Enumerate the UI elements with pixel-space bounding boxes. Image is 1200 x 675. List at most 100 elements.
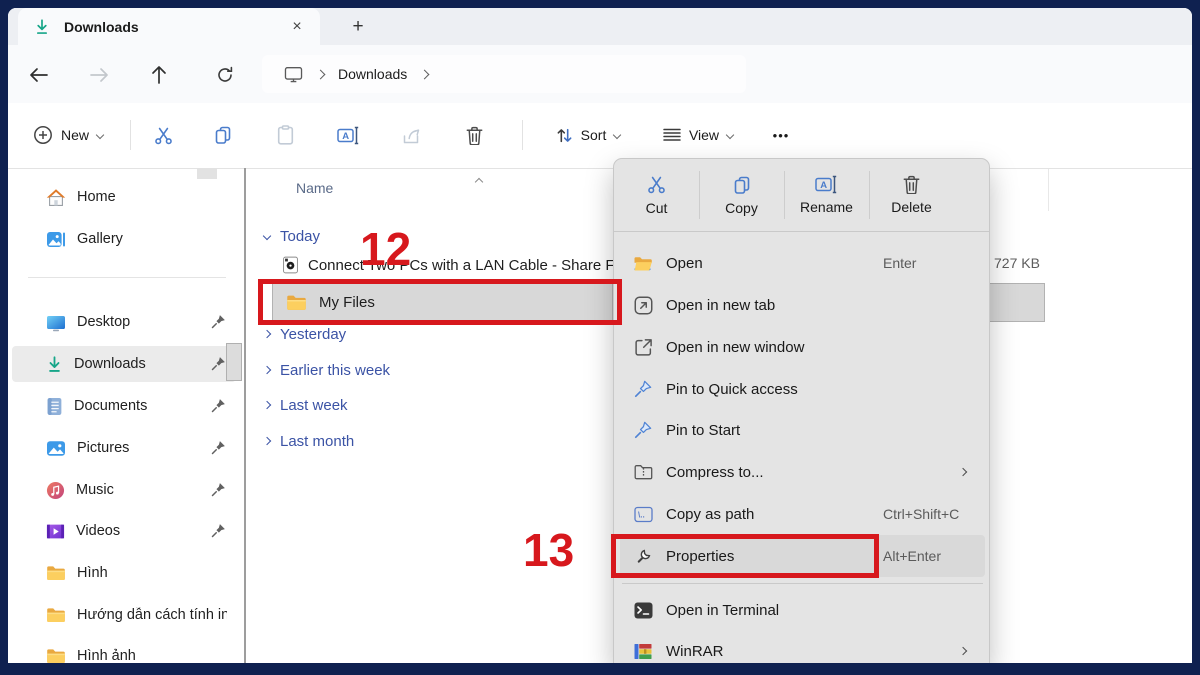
menu-shortcut: Enter (883, 255, 917, 271)
context-menu-divider (622, 583, 983, 584)
pin-icon (211, 440, 226, 455)
menu-item-open-in-new-window[interactable]: Open in new window (620, 326, 985, 368)
sidebar-item-videos[interactable]: Videos (12, 513, 236, 549)
sidebar-scroll-top[interactable] (197, 168, 217, 179)
chevron-right-icon (262, 400, 272, 410)
pin-icon (211, 523, 226, 538)
pin-icon (211, 314, 226, 329)
sidebar-item-hinh[interactable]: Hình (12, 555, 236, 591)
sidebar-item-gallery[interactable]: Gallery (12, 221, 236, 257)
copy-button[interactable] (195, 115, 251, 155)
sidebar-item-label: Hướng dẫn cách tính in (77, 607, 227, 623)
download-icon (34, 18, 50, 35)
annotation-number-13: 13 (523, 524, 575, 576)
group-header-yesterday[interactable]: Yesterday (262, 322, 347, 346)
menu-item-compress-to[interactable]: Compress to... (620, 451, 985, 493)
quick-actions-divider (784, 171, 785, 219)
this-pc-icon[interactable] (284, 66, 303, 83)
menu-item-open-in-terminal[interactable]: Open in Terminal (620, 589, 985, 631)
rename-icon: A (815, 175, 838, 194)
rename-button[interactable]: A (320, 115, 376, 155)
menu-item-label: WinRAR (666, 642, 724, 660)
breadcrumb-item-downloads[interactable]: Downloads (338, 66, 407, 82)
quick-copy-button[interactable]: Copy (699, 159, 784, 231)
toolbar-divider (522, 120, 523, 150)
open-new-tab-icon (633, 295, 653, 315)
sidebar-item-music[interactable]: Music (12, 472, 236, 508)
view-icon (663, 128, 681, 142)
quick-cut-button[interactable]: Cut (614, 159, 699, 231)
chevron-down-icon (262, 231, 272, 241)
sidebar-scrollbar-thumb[interactable] (226, 343, 242, 381)
new-button[interactable]: New (20, 115, 116, 155)
menu-item-winrar[interactable]: WinRAR (620, 630, 985, 663)
menu-item-copy-as-path[interactable]: \.. Copy as path Ctrl+Shift+C (620, 493, 985, 535)
menu-item-open[interactable]: Open Enter (620, 242, 985, 284)
view-button[interactable]: View (648, 115, 748, 155)
sidebar-item-label: Hình (77, 565, 108, 581)
up-button[interactable] (146, 62, 172, 88)
context-menu-quick-actions: Cut Copy A Rename Delete (614, 159, 989, 232)
quick-rename-button[interactable]: A Rename (784, 159, 869, 231)
trash-icon (903, 175, 920, 194)
menu-item-pin-to-start[interactable]: Pin to Start (620, 409, 985, 451)
quick-actions-divider (869, 171, 870, 219)
cut-button[interactable] (135, 115, 191, 155)
group-label: Earlier this week (280, 361, 391, 379)
menu-item-label: Open (666, 254, 703, 272)
see-more-button[interactable]: ••• (760, 115, 802, 155)
tab-title: Downloads (64, 18, 139, 35)
file-row-connect-two-pcs[interactable]: Connect Two PCs with a LAN Cable - Share… (254, 248, 613, 282)
folder-icon (46, 648, 66, 663)
music-icon (46, 481, 65, 500)
tab-bar: Downloads × + (8, 8, 1192, 45)
quick-action-label: Rename (800, 199, 853, 215)
terminal-icon (633, 600, 653, 620)
menu-item-label: Compress to... (666, 463, 764, 481)
delete-button[interactable] (446, 115, 502, 155)
breadcrumb-chevron-icon (419, 69, 430, 79)
new-tab-button[interactable]: + (344, 13, 372, 41)
group-header-last-week[interactable]: Last week (262, 393, 348, 417)
sidebar-item-downloads[interactable]: Downloads (12, 346, 236, 382)
pin-icon (211, 356, 226, 371)
share-button[interactable] (383, 115, 439, 155)
sidebar-item-home[interactable]: Home (12, 179, 236, 215)
forward-button[interactable] (86, 62, 112, 88)
menu-item-label: Pin to Quick access (666, 380, 798, 398)
group-header-earlier-this-week[interactable]: Earlier this week (262, 358, 391, 382)
menu-item-label: Copy as path (666, 505, 755, 523)
group-header-today[interactable]: Today (262, 224, 320, 248)
folder-icon (46, 607, 66, 623)
refresh-button[interactable] (212, 62, 238, 88)
chevron-down-icon (725, 130, 735, 140)
column-header-name[interactable]: Name (296, 180, 333, 196)
sort-icon (556, 127, 573, 144)
sidebar-item-hinh-anh[interactable]: Hình ảnh (12, 638, 236, 663)
sidebar-item-huong-dan[interactable]: Hướng dẫn cách tính in (12, 597, 236, 633)
group-label: Last month (280, 432, 355, 450)
share-icon (401, 126, 421, 145)
pin-icon (633, 420, 653, 440)
quick-delete-button[interactable]: Delete (869, 159, 954, 231)
tab-downloads[interactable]: Downloads × (18, 8, 320, 45)
trash-icon (466, 126, 483, 145)
group-header-last-month[interactable]: Last month (262, 429, 355, 453)
content-top-divider (8, 168, 1192, 169)
menu-item-open-in-new-tab[interactable]: Open in new tab (620, 284, 985, 326)
quick-action-label: Delete (891, 199, 932, 215)
sidebar-item-desktop[interactable]: Desktop (12, 304, 236, 340)
quick-action-label: Copy (725, 199, 758, 216)
menu-item-pin-to-quick-access[interactable]: Pin to Quick access (620, 368, 985, 410)
sidebar-item-pictures[interactable]: Pictures (12, 430, 236, 466)
download-icon (46, 355, 63, 373)
cut-icon (153, 125, 174, 146)
home-icon (46, 188, 66, 207)
back-button[interactable] (26, 62, 52, 88)
sidebar-item-documents[interactable]: Documents (12, 388, 236, 424)
paste-button[interactable] (257, 115, 313, 155)
scroll-up-icon[interactable] (474, 172, 484, 190)
group-label: Yesterday (280, 325, 347, 343)
sort-button[interactable]: Sort (536, 115, 640, 155)
tab-close-icon[interactable]: × (286, 16, 308, 38)
